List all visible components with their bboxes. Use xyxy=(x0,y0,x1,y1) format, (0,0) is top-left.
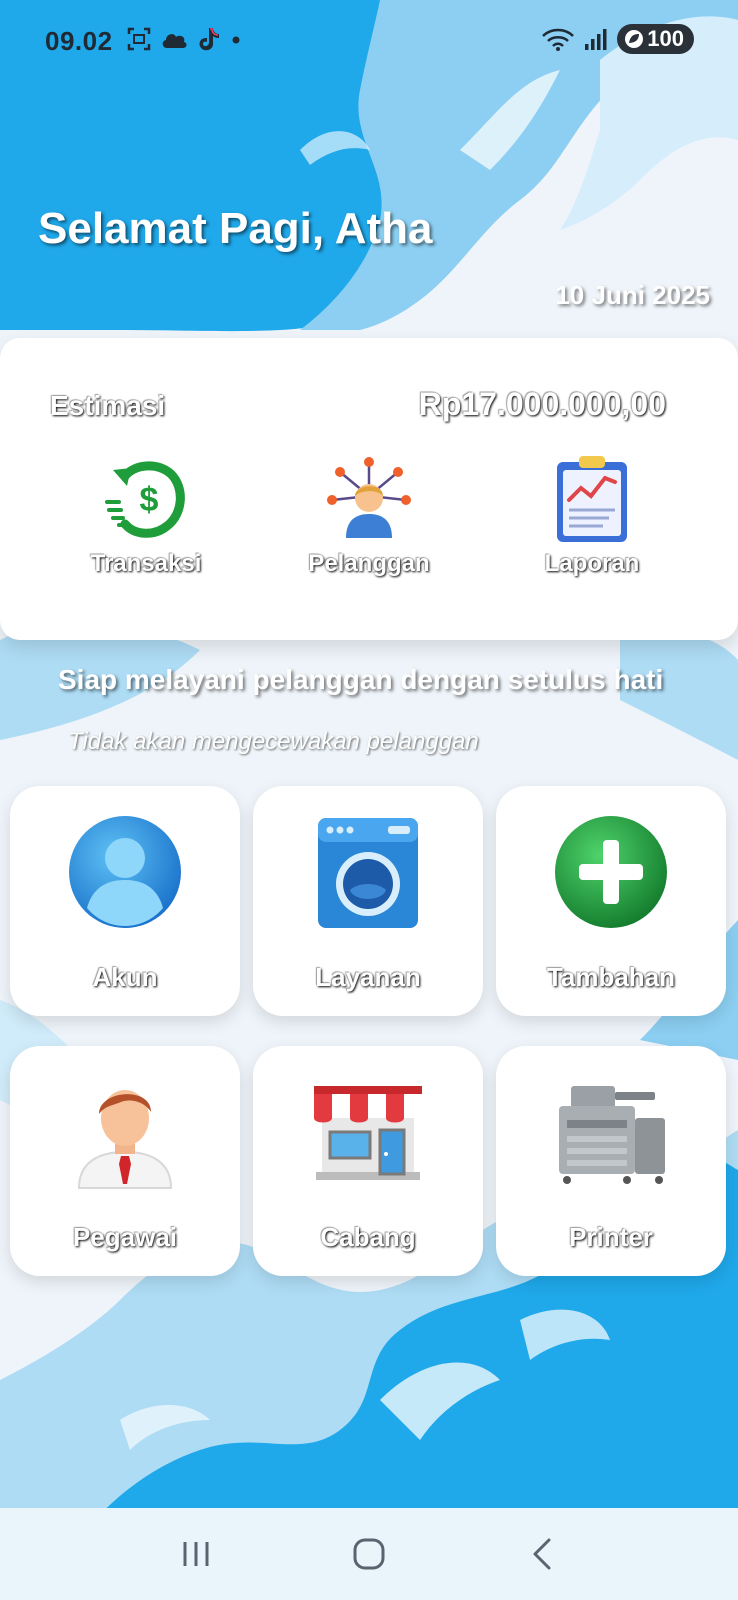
current-date: 10 Juni 2025 xyxy=(555,280,710,310)
back-button[interactable] xyxy=(502,1524,582,1584)
greeting-title: Selamat Pagi, Atha xyxy=(38,204,433,253)
tagline-main: Siap melayani pelanggan dengan setulus h… xyxy=(58,664,664,695)
transaksi-button[interactable]: $ Transaksi xyxy=(46,454,246,584)
estimate-label: Estimasi xyxy=(50,390,166,421)
customer-network-icon xyxy=(327,457,411,538)
printer-icon xyxy=(559,1086,665,1184)
printer-tile[interactable]: Printer xyxy=(496,1046,726,1276)
transaction-dollar-icon: $ xyxy=(105,461,185,538)
layanan-tile[interactable]: Layanan xyxy=(253,786,483,1016)
back-icon xyxy=(533,1538,551,1570)
navigation-bar xyxy=(0,1508,738,1600)
signal-icon xyxy=(585,29,607,50)
tagline-sub: Tidak akan mengecewakan pelanggan xyxy=(68,728,479,755)
account-user-icon xyxy=(69,816,181,928)
status-icons-right: 100 xyxy=(541,24,694,54)
battery-indicator: 100 xyxy=(617,24,694,54)
pegawai-tile[interactable]: Pegawai xyxy=(10,1046,240,1276)
cabang-label: Cabang xyxy=(320,1222,416,1252)
tambahan-tile[interactable]: Tambahan xyxy=(496,786,726,1016)
menu-grid: Akun Layanan Tambahan Pegawai Cabang Pri… xyxy=(10,786,726,1276)
pegawai-label: Pegawai xyxy=(72,1222,178,1252)
estimate-value: Rp17.000.000,00 xyxy=(418,386,666,422)
recent-apps-icon xyxy=(183,1542,209,1566)
laporan-label: Laporan xyxy=(544,550,640,577)
employee-icon xyxy=(77,1090,173,1189)
quick-actions: $ Transaksi Pelanggan Laporan xyxy=(46,454,692,584)
store-branch-icon xyxy=(314,1086,422,1180)
tambahan-label: Tambahan xyxy=(546,962,676,992)
status-time: 09.02 xyxy=(45,26,113,56)
home-button[interactable] xyxy=(329,1524,409,1584)
wifi-icon xyxy=(542,28,575,51)
battery-level: 100 xyxy=(647,26,684,51)
laporan-button[interactable]: Laporan xyxy=(492,454,692,584)
report-clipboard-icon xyxy=(557,456,627,542)
akun-label: Akun xyxy=(92,962,158,992)
home-icon xyxy=(353,1538,385,1570)
pelanggan-label: Pelanggan xyxy=(308,550,430,577)
dot-icon xyxy=(232,36,240,44)
washing-machine-icon xyxy=(318,818,418,928)
akun-tile[interactable]: Akun xyxy=(10,786,240,1016)
battery-leaf-icon xyxy=(625,30,644,48)
cabang-tile[interactable]: Cabang xyxy=(253,1046,483,1276)
transaksi-label: Transaksi xyxy=(90,550,202,577)
cloud-icon xyxy=(162,34,187,48)
status-bar: 09.02 100 xyxy=(0,0,738,80)
printer-label: Printer xyxy=(569,1222,653,1252)
screenshot-icon xyxy=(127,27,151,51)
tiktok-icon xyxy=(199,28,219,51)
add-plus-icon xyxy=(555,816,667,928)
recent-apps-button[interactable] xyxy=(156,1524,236,1584)
svg-text:$: $ xyxy=(140,481,159,519)
pelanggan-button[interactable]: Pelanggan xyxy=(269,454,469,584)
estimate-card: Estimasi Rp17.000.000,00 $ Transaksi Pel… xyxy=(0,338,738,640)
status-icons-left xyxy=(126,26,244,52)
layanan-label: Layanan xyxy=(315,962,421,992)
